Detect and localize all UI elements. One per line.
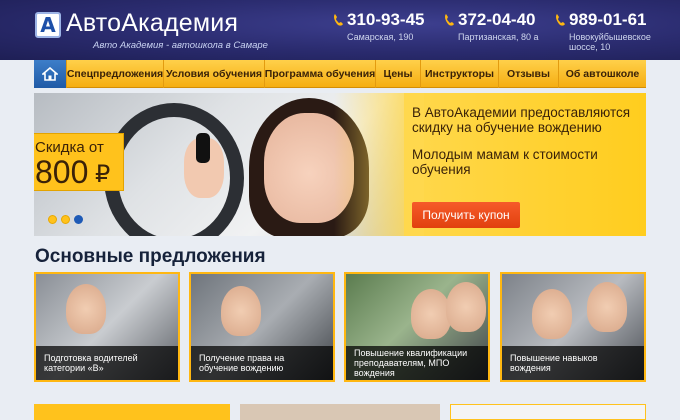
get-coupon-button[interactable]: Получить купон — [412, 202, 520, 228]
phone-address: Самарская, 190 — [347, 32, 414, 42]
phone-icon — [556, 14, 565, 26]
nav-item-reviews[interactable]: Отзывы — [498, 60, 558, 88]
offer-card-caption: Подготовка водителей категории «В» — [36, 346, 178, 380]
slider-dot[interactable] — [61, 215, 70, 224]
banner-text-main: В АвтоАкадемии предоставляются скидку на… — [412, 105, 631, 135]
discount-currency: ₽ — [95, 161, 111, 188]
nav-home-button[interactable] — [34, 60, 66, 88]
home-icon — [42, 67, 58, 81]
banner-text-secondary: Молодым мамам к стоимости обучения — [412, 147, 598, 177]
nav-item-prices[interactable]: Цены — [375, 60, 420, 88]
phone-address: Партизанская, 80 а — [458, 32, 539, 42]
logo-icon[interactable]: А — [35, 12, 61, 38]
offer-card-caption: Повышение квалификации преподавателям, М… — [346, 346, 488, 380]
site-tagline: Авто Академия - автошкола в Самаре — [93, 40, 268, 51]
banner-text: В АвтоАкадемии предоставляются скидку на… — [412, 105, 637, 189]
site-name[interactable]: АвтоАкадемия — [66, 9, 238, 38]
bottom-card-partial — [34, 404, 230, 420]
offer-card[interactable]: Повышение навыков вождения — [500, 272, 646, 382]
main-nav: Спецпредложения Условия обучения Програм… — [34, 60, 646, 88]
phone-icon — [445, 14, 454, 26]
section-title: Основные предложения — [35, 246, 266, 267]
person-shape — [411, 289, 451, 339]
phone-number[interactable]: 310-93-45 — [347, 10, 425, 30]
phone-number[interactable]: 989-01-61 — [569, 10, 647, 30]
promo-banner: Скидка от 800 ₽ В АвтоАкадемии предостав… — [34, 93, 646, 236]
person-shape — [66, 284, 106, 334]
banner-fade — [334, 93, 424, 236]
offer-card[interactable]: Подготовка водителей категории «В» — [34, 272, 180, 382]
slider-dots — [48, 215, 83, 224]
person-shape — [446, 282, 486, 332]
logo-letter: А — [40, 13, 56, 37]
site-header: А АвтоАкадемия Авто Академия - автошкола… — [0, 0, 680, 60]
person-shape — [221, 286, 261, 336]
discount-amount: 800 — [35, 154, 89, 190]
nav-item-conditions[interactable]: Условия обучения — [163, 60, 264, 88]
phone-address: Новокуйбышевское шоссе, 10 — [569, 32, 651, 52]
car-key-icon — [196, 133, 210, 163]
offer-card-caption: Получение права на обучение вождению — [191, 346, 333, 380]
offer-card[interactable]: Повышение квалификации преподавателям, М… — [344, 272, 490, 382]
person-shape — [532, 289, 572, 339]
slider-dot-active[interactable] — [74, 215, 83, 224]
discount-badge: Скидка от 800 ₽ — [34, 133, 124, 191]
bottom-card-partial — [240, 404, 440, 420]
bottom-card-partial — [450, 404, 646, 420]
slider-dot[interactable] — [48, 215, 57, 224]
phone-number[interactable]: 372-04-40 — [458, 10, 536, 30]
nav-item-specials[interactable]: Спецпредложения — [66, 60, 163, 88]
nav-item-program[interactable]: Программа обучения — [264, 60, 375, 88]
offer-card[interactable]: Получение права на обучение вождению — [189, 272, 335, 382]
phone-address-line: Новокуйбышевское — [569, 32, 651, 42]
phone-icon — [334, 14, 343, 26]
offer-card-caption: Повышение навыков вождения — [502, 346, 644, 380]
person-shape — [587, 282, 627, 332]
nav-item-instructors[interactable]: Инструкторы — [420, 60, 498, 88]
nav-item-about[interactable]: Об автошколе — [558, 60, 646, 88]
phone-address-line: шоссе, 10 — [569, 42, 611, 52]
